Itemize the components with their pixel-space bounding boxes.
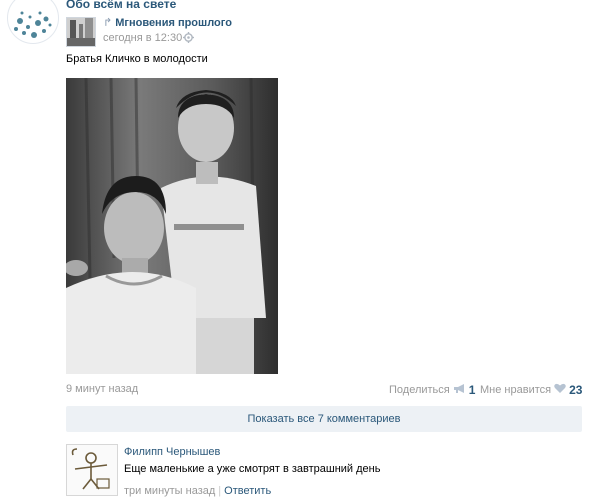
group-avatar[interactable]: [7, 0, 59, 44]
comment-text: Еще маленькие а уже смотрят в завтрашний…: [124, 463, 381, 475]
share-button[interactable]: Поделиться 1: [389, 383, 475, 397]
repost-source-name: Мгновения прошлого: [115, 17, 232, 29]
repost-time[interactable]: сегодня в 12:30: [103, 32, 182, 44]
repost-source-link[interactable]: ↱ Мгновения прошлого: [103, 16, 232, 29]
show-all-comments-button[interactable]: Показать все 7 комментариев: [66, 406, 582, 432]
megaphone-icon: [453, 383, 466, 397]
heart-icon: [554, 383, 566, 397]
comment-author-link[interactable]: Филипп Чернышев: [124, 446, 220, 458]
share-label: Поделиться: [389, 384, 450, 396]
gear-icon[interactable]: [183, 32, 194, 43]
like-count: 23: [569, 383, 583, 397]
group-name[interactable]: Обо всём на свете: [66, 0, 176, 11]
post-text: Братья Кличко в молодости: [66, 53, 208, 65]
comment-meta: три минуты назад | Ответить: [124, 485, 271, 497]
share-count: 1: [468, 383, 476, 397]
like-label: Мне нравится: [480, 384, 552, 396]
repost-arrow-icon: ↱: [103, 17, 113, 29]
comment-time[interactable]: три минуты назад: [124, 485, 215, 497]
meta-separator: |: [218, 485, 222, 497]
like-button[interactable]: Мне нравится 23: [480, 383, 582, 397]
post-photo[interactable]: [66, 78, 278, 374]
reply-link[interactable]: Ответить: [224, 485, 271, 497]
repost-source-avatar[interactable]: [66, 17, 96, 47]
post-date[interactable]: 9 минут назад: [66, 383, 138, 395]
comment-avatar[interactable]: [66, 444, 118, 496]
